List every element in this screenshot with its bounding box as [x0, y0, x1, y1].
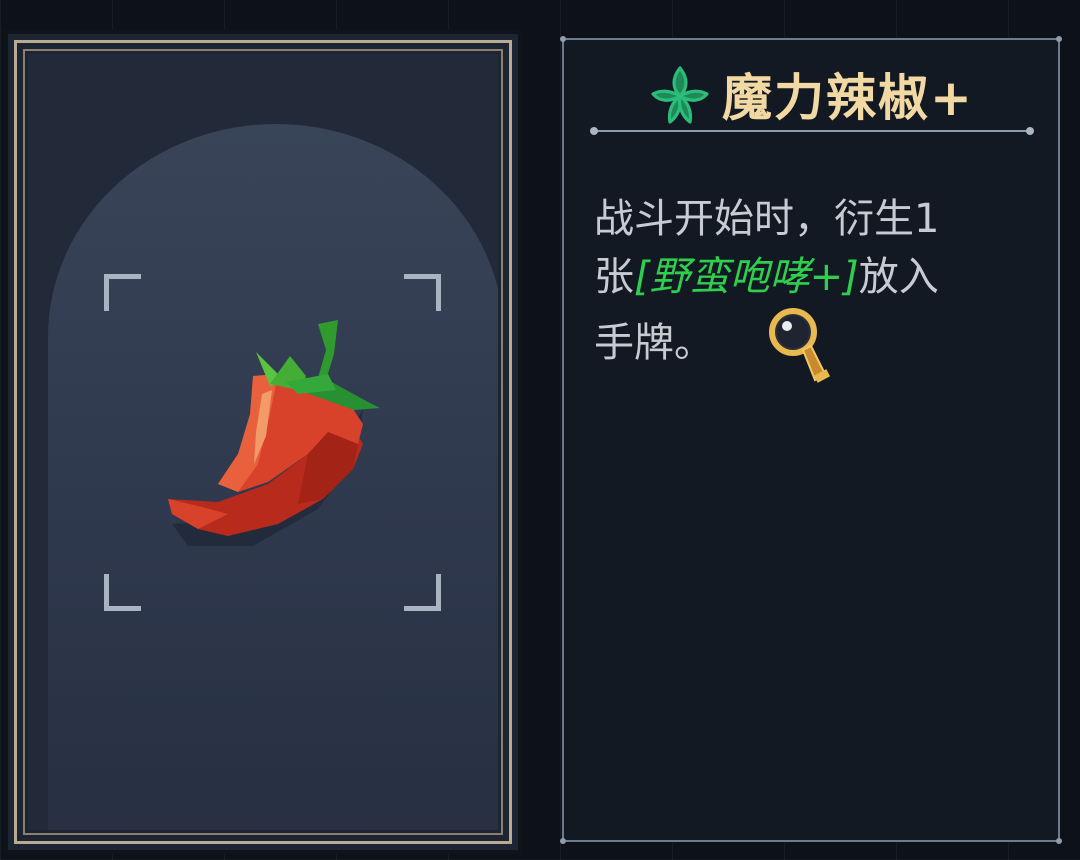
focus-corner-top-right: [404, 274, 441, 311]
item-info-panel: 魔力辣椒+ 战斗开始时，衍生1 张[野蛮咆哮+]放入 手牌。: [560, 36, 1062, 844]
card-keyword-link[interactable]: [野蛮咆哮+]: [634, 254, 859, 300]
title-divider: [590, 127, 1034, 135]
magnifier-icon[interactable]: [767, 306, 833, 386]
title-row: 魔力辣椒+: [564, 54, 1058, 134]
panel-corner-pin: [560, 838, 566, 844]
item-description: 战斗开始时，衍生1 张[野蛮咆哮+]放入 手牌。: [594, 190, 1024, 386]
item-preview-card: [4, 30, 522, 854]
focus-corner-bottom-left: [104, 574, 141, 611]
leaf-icon: [651, 66, 709, 124]
description-line-3: 手牌。: [594, 320, 714, 366]
item-title: 魔力辣椒+: [722, 69, 974, 127]
panel-corner-pin: [1056, 36, 1062, 42]
panel-corner-pin: [1056, 838, 1062, 844]
description-line-1: 战斗开始时，衍生1: [594, 196, 940, 242]
description-line-2-suffix: 放入: [858, 254, 939, 300]
description-line-2-prefix: 张: [594, 254, 634, 300]
chili-pepper-icon: [168, 320, 380, 546]
focus-corner-top-left: [104, 274, 141, 311]
focus-corner-bottom-right: [404, 574, 441, 611]
panel-corner-pin: [560, 36, 566, 42]
